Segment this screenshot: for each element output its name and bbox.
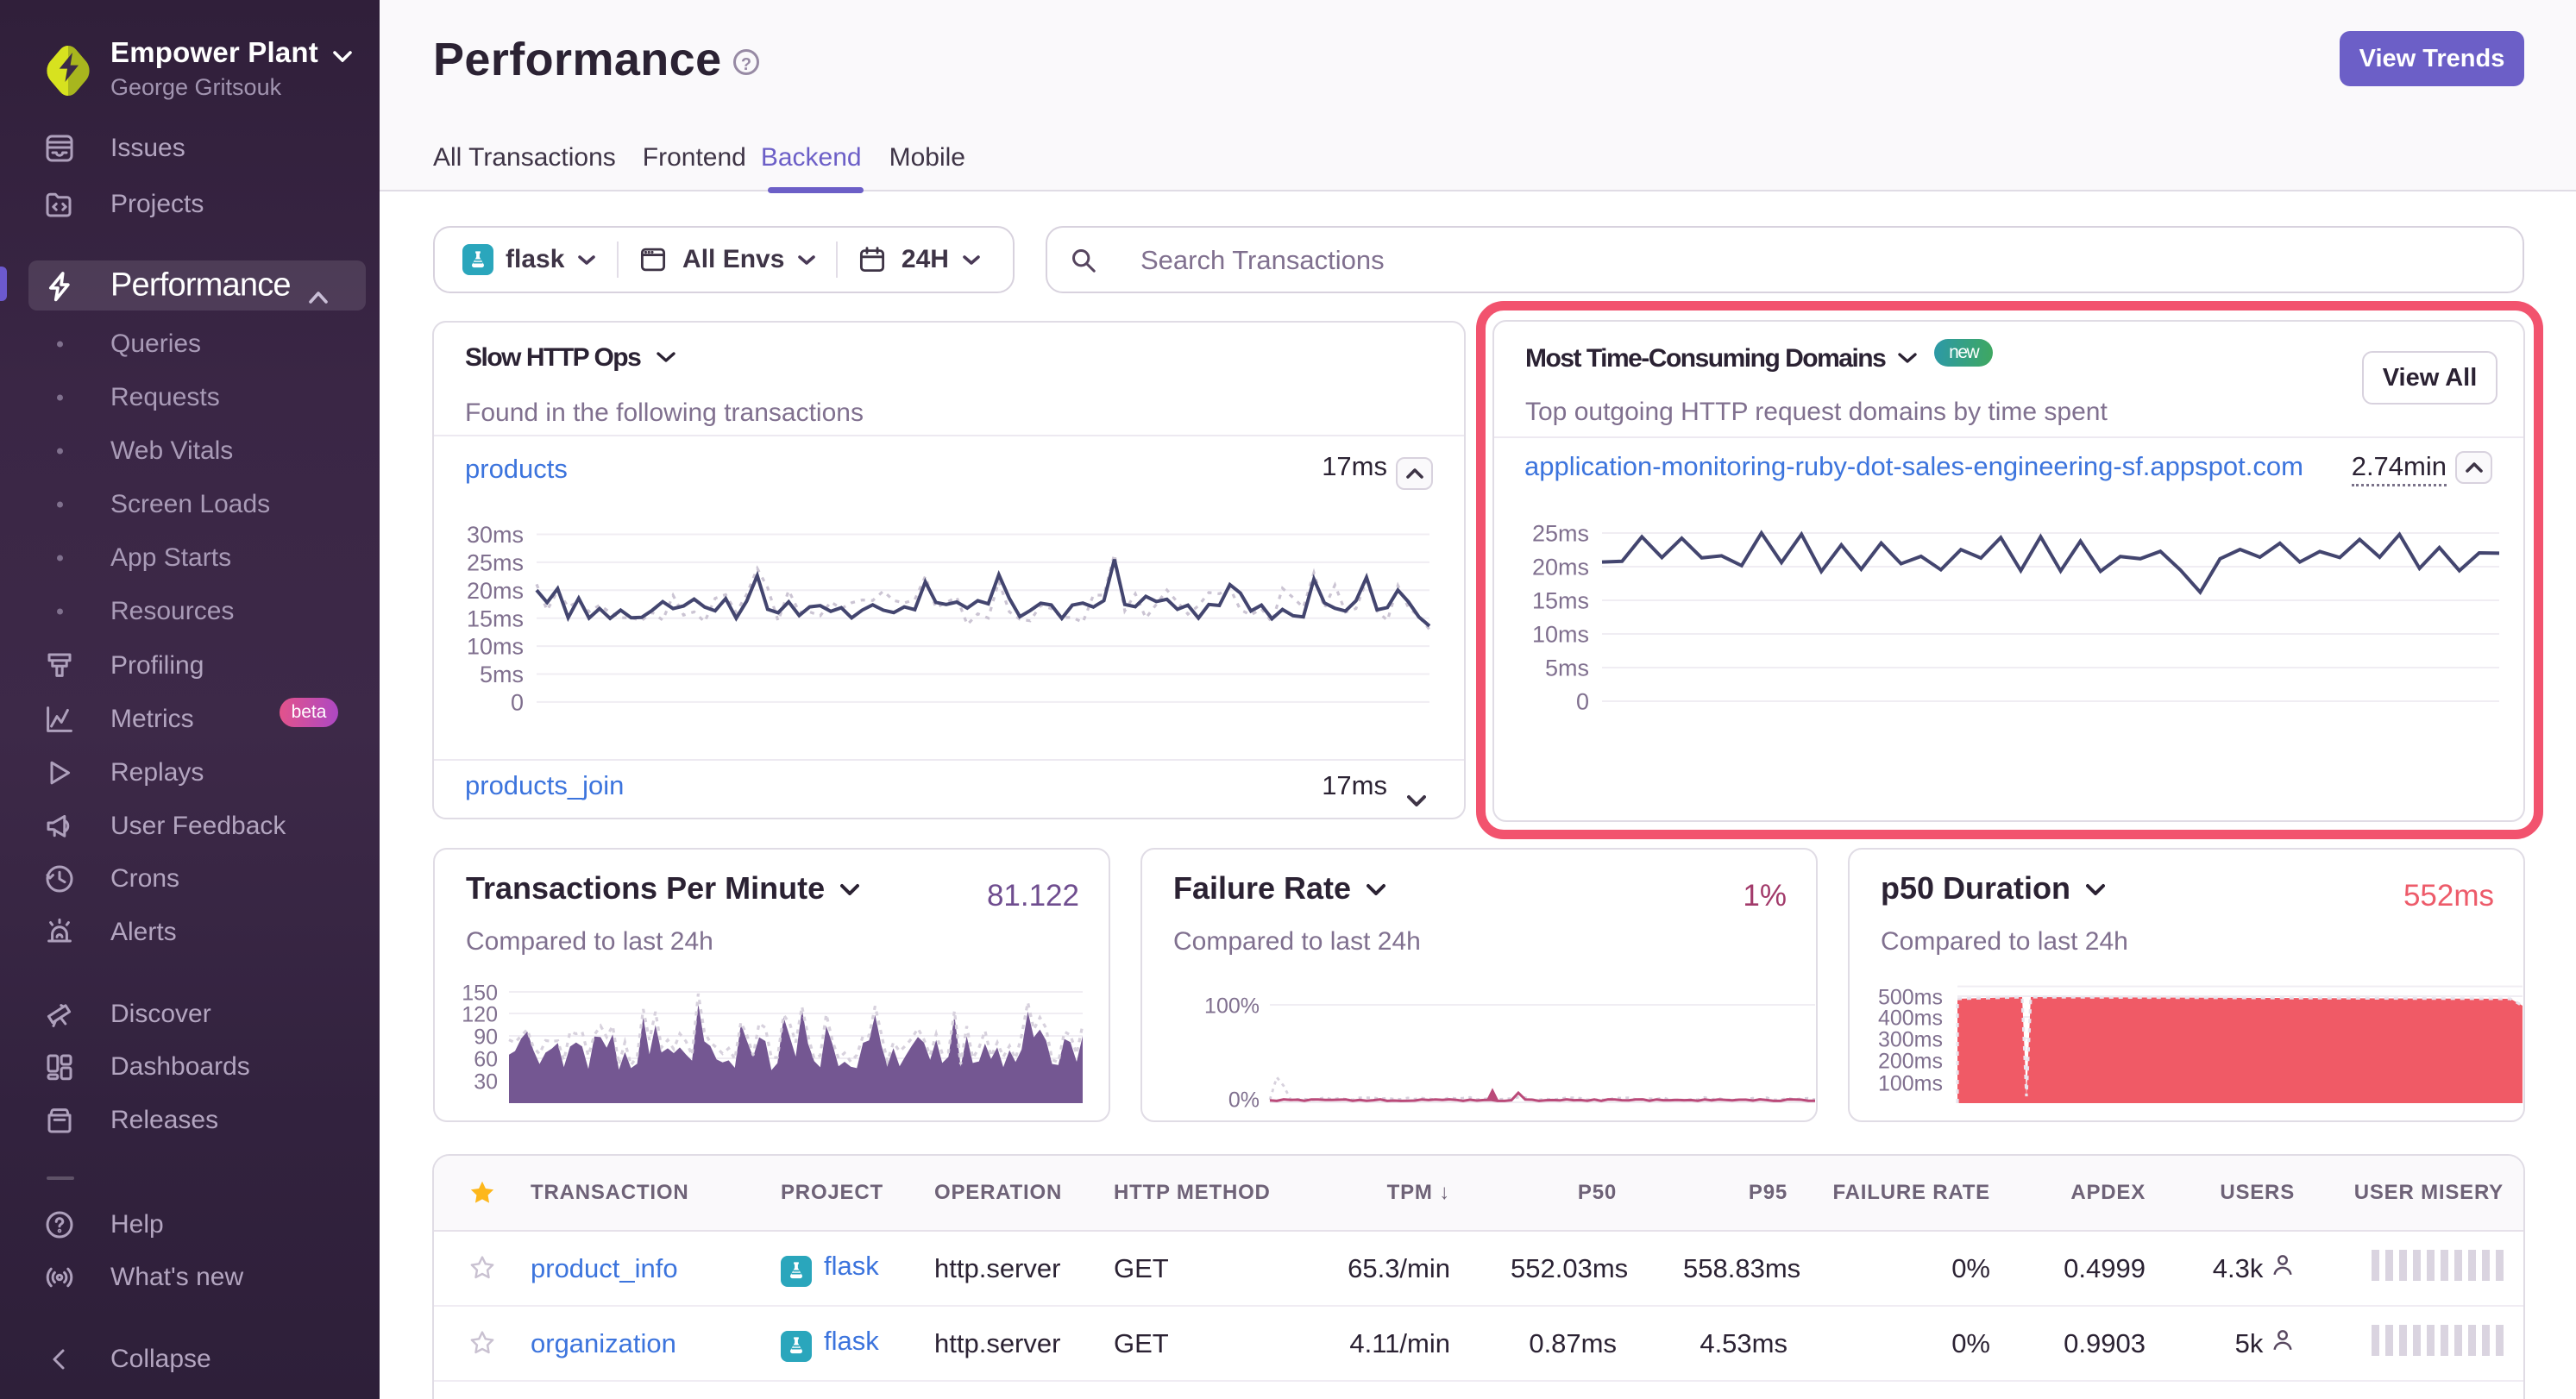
svg-text:5ms: 5ms xyxy=(480,662,524,687)
svg-text:30: 30 xyxy=(474,1070,498,1095)
svg-text:60: 60 xyxy=(474,1048,498,1072)
svg-text:30ms: 30ms xyxy=(467,522,524,548)
svg-text:0: 0 xyxy=(511,690,524,716)
svg-text:200ms: 200ms xyxy=(1878,1050,1943,1074)
svg-text:90: 90 xyxy=(474,1026,498,1050)
svg-text:0%: 0% xyxy=(1228,1088,1260,1112)
svg-text:120: 120 xyxy=(462,1003,498,1027)
svg-text:15ms: 15ms xyxy=(467,605,524,631)
svg-text:400ms: 400ms xyxy=(1878,1007,1943,1031)
svg-text:0: 0 xyxy=(1576,689,1589,715)
svg-text:150: 150 xyxy=(462,982,498,1006)
svg-text:15ms: 15ms xyxy=(1532,588,1589,614)
svg-text:10ms: 10ms xyxy=(1532,622,1589,648)
svg-text:5ms: 5ms xyxy=(1545,656,1589,681)
svg-text:10ms: 10ms xyxy=(467,634,524,660)
svg-text:100ms: 100ms xyxy=(1878,1072,1943,1096)
svg-text:20ms: 20ms xyxy=(1532,555,1589,580)
svg-text:300ms: 300ms xyxy=(1878,1028,1943,1052)
svg-text:100%: 100% xyxy=(1204,994,1260,1019)
svg-text:20ms: 20ms xyxy=(467,578,524,604)
svg-text:25ms: 25ms xyxy=(467,550,524,576)
svg-text:25ms: 25ms xyxy=(1532,521,1589,547)
